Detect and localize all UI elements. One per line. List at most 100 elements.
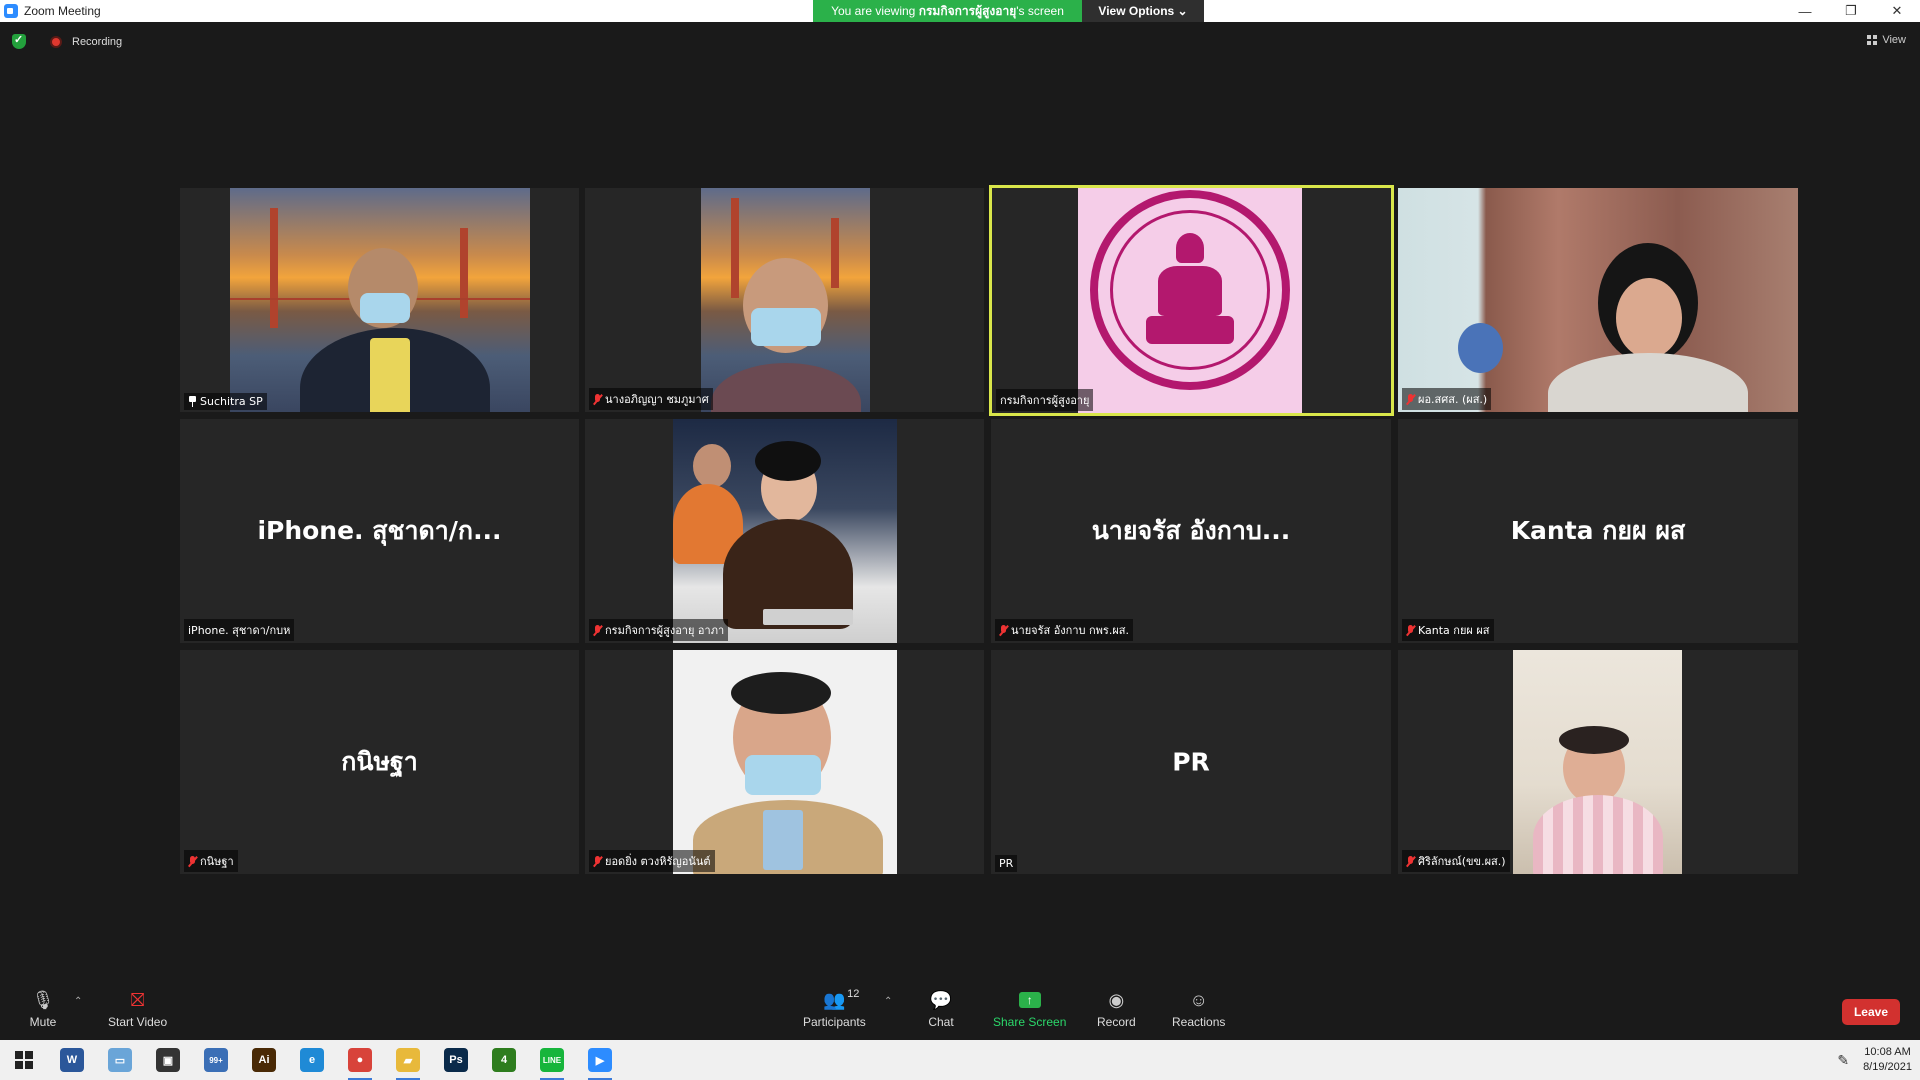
view-options-button[interactable]: View Options ⌄ bbox=[1082, 0, 1204, 22]
photoshop-icon: Ps bbox=[444, 1048, 468, 1072]
video-tile[interactable]: ศิริลักษณ์(ขข.ผส.) bbox=[1398, 650, 1798, 874]
taskbar-app[interactable]: ▭ bbox=[96, 1040, 144, 1080]
edge-icon: e bbox=[300, 1048, 324, 1072]
participant-video bbox=[673, 650, 897, 874]
mic-off-icon bbox=[1406, 855, 1415, 867]
reactions-button[interactable]: ☺ Reactions bbox=[1172, 988, 1225, 1030]
meeting-status: Recording bbox=[12, 33, 123, 49]
record-button[interactable]: ◉ Record bbox=[1097, 988, 1136, 1030]
video-tile-active-speaker[interactable]: กรมกิจการผู้สูงอายุ bbox=[989, 185, 1394, 416]
taskbar-app[interactable]: ▰ bbox=[384, 1040, 432, 1080]
video-tile[interactable]: ยอดยิ่ง ตวงหิรัญอนันต์ bbox=[585, 650, 984, 874]
participant-name-label: Suchitra SP bbox=[184, 393, 267, 410]
line-icon: LINE bbox=[540, 1048, 564, 1072]
taskbar-app[interactable]: W bbox=[48, 1040, 96, 1080]
video-tile[interactable]: กนิษฐา กนิษฐา bbox=[180, 650, 579, 874]
laptop-icon: ▭ bbox=[108, 1048, 132, 1072]
participant-display-name: นายจรัส อังกาบ... bbox=[1091, 516, 1291, 545]
chrome-icon: ● bbox=[348, 1048, 372, 1072]
app4-icon: 4 bbox=[492, 1048, 516, 1072]
view-label: View bbox=[1882, 34, 1906, 46]
mic-off-icon bbox=[188, 855, 197, 867]
taskbar-app[interactable]: Ai bbox=[240, 1040, 288, 1080]
recording-icon bbox=[50, 35, 62, 48]
leave-button[interactable]: Leave bbox=[1841, 999, 1900, 1025]
taskbar-app[interactable]: 4 bbox=[480, 1040, 528, 1080]
view-button[interactable]: View bbox=[1867, 34, 1906, 46]
recording-label: Recording bbox=[72, 35, 123, 48]
reactions-icon: ☺ bbox=[1189, 989, 1208, 1010]
video-tile[interactable]: นางอภิญญา ชมภูมาศ bbox=[585, 188, 984, 412]
share-screen-icon: ↑ bbox=[1015, 988, 1045, 1012]
participants-icon: 👥 12 bbox=[823, 988, 860, 1010]
taskbar-app[interactable]: ● bbox=[336, 1040, 384, 1080]
encryption-shield-icon[interactable] bbox=[12, 33, 26, 49]
clock-time: 10:08 AM bbox=[1864, 1046, 1911, 1058]
windows-logo-icon bbox=[15, 1051, 33, 1069]
participant-display-name: กนิษฐา bbox=[341, 747, 418, 776]
taskbar-app[interactable]: 99+ bbox=[192, 1040, 240, 1080]
participant-video bbox=[230, 188, 530, 412]
grid-view-icon bbox=[1867, 35, 1878, 45]
video-off-icon: ⛝ bbox=[130, 989, 145, 1010]
participant-name-label: นางอภิญญา ชมภูมาศ bbox=[589, 388, 713, 410]
audio-options-caret[interactable]: ⌃ bbox=[74, 996, 82, 1007]
participant-video bbox=[701, 188, 870, 412]
participant-name-label: ยอดยิ่ง ตวงหิรัญอนันต์ bbox=[589, 850, 715, 872]
close-button[interactable]: ✕ bbox=[1874, 0, 1920, 22]
meeting-toolbar: 🎙 Mute ⌃ ⛝ Start Video 👥 12 Participants … bbox=[0, 982, 1920, 1040]
share-screen-button[interactable]: ↑ Share Screen bbox=[993, 988, 1066, 1029]
mic-off-icon bbox=[1406, 393, 1415, 405]
taskbar-app[interactable]: ▶ bbox=[576, 1040, 624, 1080]
mic-off-icon bbox=[593, 393, 602, 405]
video-tile[interactable]: Suchitra SP bbox=[180, 188, 579, 412]
start-button[interactable] bbox=[0, 1040, 48, 1080]
taskbar-app[interactable]: LINE bbox=[528, 1040, 576, 1080]
store-icon: ▣ bbox=[156, 1048, 180, 1072]
video-tile[interactable]: Kanta กยผ ผส Kanta กยผ ผส bbox=[1398, 419, 1798, 643]
microphone-icon: 🎙 bbox=[31, 989, 55, 1010]
video-tile[interactable]: iPhone. สุชาดา/ก... iPhone. สุชาดา/กบห bbox=[180, 419, 579, 643]
pen-icon[interactable]: ✎ bbox=[1837, 1052, 1849, 1069]
window-controls: — ❐ ✕ bbox=[1782, 0, 1920, 22]
participant-display-name: Kanta กยผ ผส bbox=[1510, 516, 1686, 545]
windows-taskbar: W ▭ ▣ 99+ Ai e ● ▰ Ps 4 LINE ▶ ✎ 10:08 AM 8/19/2021 bbox=[0, 1040, 1920, 1080]
restore-button[interactable]: ❐ bbox=[1828, 0, 1874, 22]
folder-icon: ▰ bbox=[396, 1048, 420, 1072]
participant-name-label: ผอ.สศส. (ผส.) bbox=[1402, 388, 1492, 410]
illustrator-icon: Ai bbox=[252, 1048, 276, 1072]
mic-off-icon bbox=[593, 624, 602, 636]
chat-icon: 💬 bbox=[929, 989, 953, 1010]
pin-icon bbox=[188, 396, 197, 407]
mic-off-icon bbox=[593, 855, 602, 867]
video-tile[interactable]: นายจรัส อังกาบ... นายจรัส อังกาบ กพร.ผส. bbox=[991, 419, 1391, 643]
participant-name-label: ศิริลักษณ์(ขข.ผส.) bbox=[1402, 850, 1510, 872]
record-icon: ◉ bbox=[1108, 989, 1125, 1010]
mic-off-icon bbox=[999, 624, 1008, 636]
taskbar-apps: W ▭ ▣ 99+ Ai e ● ▰ Ps 4 LINE ▶ bbox=[48, 1040, 624, 1080]
participant-video bbox=[1078, 188, 1302, 413]
participants-options-caret[interactable]: ⌃ bbox=[884, 996, 892, 1007]
video-tile[interactable]: กรมกิจการผู้สูงอายุ อาภา bbox=[585, 419, 984, 643]
taskbar-app[interactable]: Ps bbox=[432, 1040, 480, 1080]
participants-button[interactable]: 👥 12 Participants bbox=[803, 988, 866, 1029]
participant-name-label: Kanta กยผ ผส bbox=[1402, 619, 1494, 641]
word-icon: W bbox=[60, 1048, 84, 1072]
start-video-button[interactable]: ⛝ Start Video bbox=[108, 988, 167, 1030]
minimize-button[interactable]: — bbox=[1782, 0, 1828, 22]
participant-display-name: iPhone. สุชาดา/ก... bbox=[257, 516, 502, 545]
taskbar-app[interactable]: e bbox=[288, 1040, 336, 1080]
participant-video bbox=[1513, 650, 1682, 874]
clock[interactable]: 10:08 AM 8/19/2021 bbox=[1863, 1045, 1912, 1075]
system-tray: ✎ 10:08 AM 8/19/2021 bbox=[1837, 1040, 1912, 1080]
chat-button[interactable]: 💬 Chat bbox=[926, 988, 956, 1030]
participant-video bbox=[673, 419, 897, 643]
video-tile[interactable]: PR PR bbox=[991, 650, 1391, 874]
participant-name-label: iPhone. สุชาดา/กบห bbox=[184, 619, 295, 641]
taskbar-app[interactable]: ▣ bbox=[144, 1040, 192, 1080]
participant-name-label: กนิษฐา bbox=[184, 850, 238, 872]
participant-name-label: นายจรัส อังกาบ กพร.ผส. bbox=[995, 619, 1133, 641]
mute-button[interactable]: 🎙 Mute bbox=[28, 988, 58, 1030]
mic-off-icon bbox=[1406, 624, 1415, 636]
video-tile[interactable]: ผอ.สศส. (ผส.) bbox=[1398, 188, 1798, 412]
